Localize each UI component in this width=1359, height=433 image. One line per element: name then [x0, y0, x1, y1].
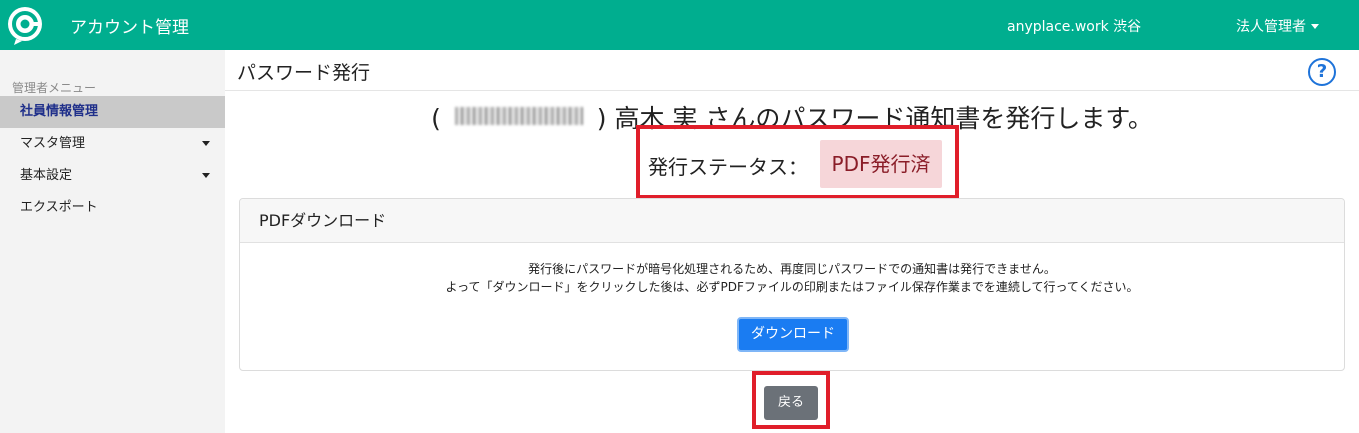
download-button[interactable]: ダウンロード: [737, 317, 849, 352]
help-icon[interactable]: ?: [1308, 58, 1336, 86]
back-highlight: 戻る: [752, 371, 830, 429]
caret-down-icon: [1311, 24, 1319, 29]
app-title[interactable]: アカウント管理: [70, 13, 189, 38]
user-menu-label: 法人管理者: [1236, 19, 1306, 35]
status-highlight: 発行ステータス： PDF発行済: [636, 125, 959, 199]
top-navbar: アカウント管理 anyplace.work 渋谷 法人管理者: [0, 0, 1359, 50]
page-title: パスワード発行: [237, 62, 371, 84]
blurred-employee-id: [454, 107, 583, 125]
back-button[interactable]: 戻る: [764, 386, 818, 420]
close-paren: ): [596, 104, 607, 133]
workspace-name: anyplace.work 渋谷: [1007, 19, 1142, 35]
caret-down-icon: [202, 141, 210, 146]
sidebar-item-export[interactable]: エクスポート: [0, 192, 225, 224]
sidebar-item-employee-info[interactable]: 社員情報管理: [0, 96, 225, 128]
pdf-download-card: PDFダウンロード 発行後にパスワードが暗号化処理されるため、再度同じパスワード…: [239, 198, 1345, 371]
main-content: パスワード発行 ? ( ) 高木 実 さんのパスワード通知書を発行します。 発行…: [225, 50, 1359, 433]
sidebar-item-basic-settings[interactable]: 基本設定: [0, 160, 225, 192]
sidebar-heading: 管理者メニュー: [12, 81, 97, 95]
sidebar-item-label: 社員情報管理: [20, 104, 99, 119]
sidebar-item-label: エクスポート: [20, 200, 98, 215]
card-header: PDFダウンロード: [240, 199, 1344, 243]
title-divider: [225, 90, 1359, 91]
open-paren: (: [431, 104, 441, 133]
sidebar-item-label: 基本設定: [20, 168, 73, 183]
sidebar-item-master[interactable]: マスタ管理: [0, 128, 225, 160]
instruction-line-2: よって「ダウンロード」をクリックした後は、必ずPDFファイルの印刷またはファイル…: [445, 280, 1139, 294]
user-menu-dropdown[interactable]: 法人管理者: [1236, 16, 1319, 36]
sidebar-item-label: マスタ管理: [20, 136, 86, 151]
instruction-line-1: 発行後にパスワードが暗号化処理されるため、再度同じパスワードでの通知書は発行でき…: [528, 262, 1056, 276]
status-label: 発行ステータス：: [648, 155, 808, 179]
card-instructions: 発行後にパスワードが暗号化処理されるため、再度同じパスワードでの通知書は発行でき…: [240, 260, 1344, 296]
caret-down-icon: [202, 173, 210, 178]
status-badge: PDF発行済: [820, 140, 942, 188]
sidebar: 管理者メニュー 社員情報管理 マスタ管理 基本設定 エクスポート: [0, 50, 225, 433]
app-logo-icon[interactable]: [6, 6, 44, 46]
